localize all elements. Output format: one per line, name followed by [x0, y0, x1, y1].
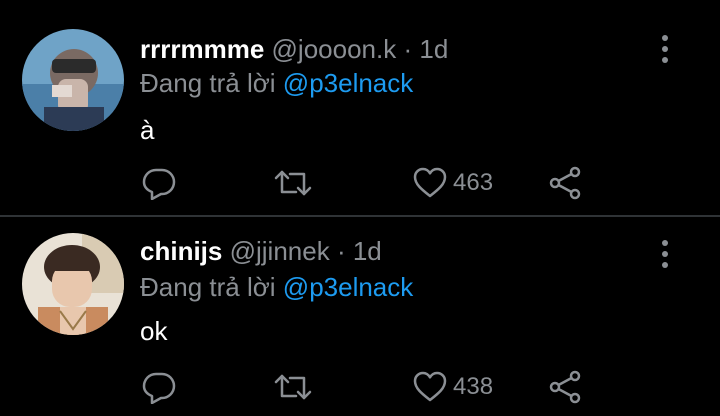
like-count: 438	[453, 373, 494, 400]
tweet[interactable]: rrrrmmme @joooon.k · 1d Đang trả lời @p3…	[0, 0, 720, 215]
share-button[interactable]	[548, 163, 582, 203]
reply-prefix: Đang trả lời	[140, 272, 276, 302]
share-icon	[549, 166, 581, 200]
reply-context: Đang trả lời @p3elnack	[140, 272, 413, 302]
share-icon	[549, 370, 581, 404]
retweet-button[interactable]	[274, 367, 312, 407]
tweet-header: rrrrmmme @joooon.k · 1d	[140, 34, 448, 64]
action-bar: 463	[0, 163, 720, 203]
action-bar: 438	[0, 367, 720, 407]
separator-dot: ·	[336, 236, 346, 266]
tweet-header: chinijs @jjinnek · 1d	[140, 236, 382, 266]
like-button[interactable]: 438	[413, 367, 493, 407]
reply-icon	[142, 168, 176, 200]
user-handle[interactable]: @jjinnek	[230, 236, 330, 266]
timestamp[interactable]: 1d	[353, 236, 382, 266]
more-options-button[interactable]	[652, 237, 678, 271]
retweet-icon	[274, 374, 312, 400]
reply-button[interactable]	[142, 163, 176, 203]
like-button[interactable]: 463	[413, 163, 493, 203]
share-button[interactable]	[548, 367, 582, 407]
retweet-icon	[274, 170, 312, 196]
tweet[interactable]: chinijs @jjinnek · 1d Đang trả lời @p3el…	[0, 217, 720, 416]
avatar[interactable]	[22, 29, 124, 131]
display-name[interactable]: chinijs	[140, 236, 222, 266]
separator-dot: ·	[403, 34, 413, 64]
user-handle[interactable]: @joooon.k	[272, 34, 397, 64]
heart-icon	[413, 167, 447, 198]
reply-prefix: Đang trả lời	[140, 68, 276, 98]
heart-icon	[413, 371, 447, 402]
reply-button[interactable]	[142, 367, 176, 407]
like-count: 463	[453, 169, 494, 196]
reply-to-handle[interactable]: @p3elnack	[283, 272, 413, 302]
more-options-button[interactable]	[652, 32, 678, 66]
more-vertical-icon	[662, 35, 668, 63]
tweet-text: ok	[140, 316, 168, 346]
display-name[interactable]: rrrrmmme	[140, 34, 264, 64]
retweet-button[interactable]	[274, 163, 312, 203]
reply-context: Đang trả lời @p3elnack	[140, 68, 413, 98]
tweet-text: à	[140, 115, 155, 145]
timestamp[interactable]: 1d	[419, 34, 448, 64]
reply-icon	[142, 372, 176, 404]
reply-to-handle[interactable]: @p3elnack	[283, 68, 413, 98]
more-vertical-icon	[662, 240, 668, 268]
avatar[interactable]	[22, 233, 124, 335]
